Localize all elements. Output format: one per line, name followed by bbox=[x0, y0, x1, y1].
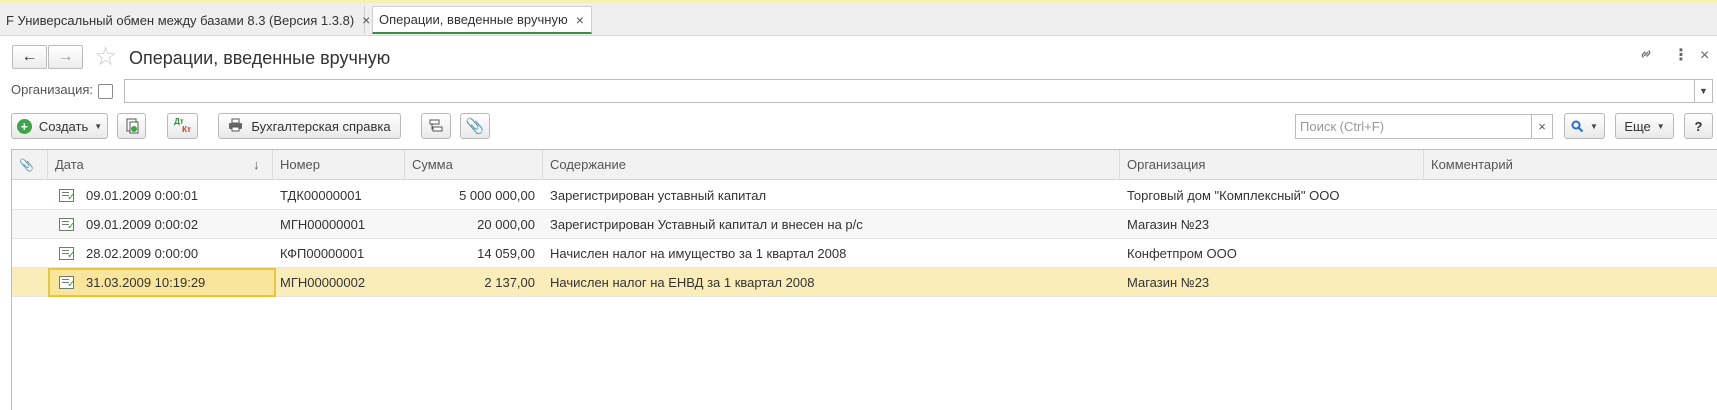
cell-comment bbox=[1424, 181, 1717, 210]
sort-desc-icon: ↓ bbox=[253, 157, 260, 172]
plus-icon: + bbox=[16, 118, 32, 134]
cell-date: 28.02.2009 0:00:00 bbox=[86, 246, 199, 261]
cell-organization: Магазин №23 bbox=[1127, 275, 1210, 290]
cell-sum: 5 000 000,00 bbox=[459, 188, 535, 203]
close-icon[interactable]: × bbox=[576, 12, 584, 28]
cell-number: КФП00000001 bbox=[280, 246, 365, 261]
chevron-down-icon: ▼ bbox=[1590, 121, 1598, 131]
chevron-down-icon: ▼ bbox=[94, 121, 103, 131]
cell-comment bbox=[1424, 210, 1717, 239]
operations-table: 📎 Дата ↓ Номер Сумма Содержание Организа… bbox=[11, 149, 1717, 410]
copy-button[interactable] bbox=[117, 113, 146, 139]
posted-document-icon bbox=[59, 218, 75, 232]
cell-content: Зарегистрирован Уставный капитал и внесе… bbox=[550, 217, 863, 232]
dt-kt-icon: Дт Кт bbox=[174, 118, 191, 134]
cell-organization: Конфетпром ООО bbox=[1127, 246, 1237, 261]
table-row[interactable]: 09.01.2009 0:00:01 ТДК00000001 5 000 000… bbox=[12, 181, 1717, 210]
paperclip-icon: 📎 bbox=[19, 158, 34, 172]
cell-content: Начислен налог на ЕНВД за 1 квартал 2008 bbox=[550, 275, 815, 290]
org-filter-dropdown[interactable]: ▼ bbox=[1694, 79, 1713, 103]
column-header-label: Дата bbox=[55, 157, 84, 172]
top-strip bbox=[0, 0, 1717, 3]
chevron-down-icon: ▼ bbox=[1656, 121, 1665, 131]
close-icon[interactable]: × bbox=[362, 12, 370, 28]
attachment-column-header[interactable]: 📎 bbox=[12, 150, 48, 180]
accounting-report-button[interactable]: Бухгалтерская справка bbox=[218, 113, 401, 139]
tab-label: F Универсальный обмен между базами 8.3 (… bbox=[6, 12, 355, 28]
link-icon[interactable] bbox=[1638, 46, 1654, 68]
create-label: Создать bbox=[38, 118, 89, 134]
search-button[interactable]: ▼ bbox=[1564, 113, 1605, 139]
column-header-content[interactable]: Содержание bbox=[543, 150, 1120, 180]
cell-organization: Магазин №23 bbox=[1127, 217, 1210, 232]
cell-comment bbox=[1424, 268, 1717, 297]
more-label: Еще bbox=[1624, 118, 1651, 134]
search-input[interactable]: Поиск (Ctrl+F) bbox=[1295, 114, 1532, 139]
posted-document-icon bbox=[59, 276, 75, 290]
posted-document-icon bbox=[59, 247, 75, 261]
copy-document-icon bbox=[126, 118, 138, 134]
arrow-right-icon: → bbox=[57, 48, 74, 65]
favorite-star-icon[interactable]: ☆ bbox=[94, 42, 117, 70]
magnifier-icon bbox=[1571, 120, 1584, 132]
column-header-number[interactable]: Номер bbox=[273, 150, 405, 180]
arrow-left-icon: ← bbox=[21, 48, 38, 65]
column-header-comment[interactable]: Комментарий bbox=[1424, 150, 1717, 180]
help-label: ? bbox=[1694, 118, 1703, 134]
hierarchy-icon bbox=[429, 119, 443, 132]
chevron-down-icon: ▼ bbox=[1699, 86, 1708, 96]
cell-date: 09.01.2009 0:00:02 bbox=[86, 217, 199, 232]
cell-number: МГН00000002 bbox=[280, 275, 366, 290]
column-header-date[interactable]: Дата ↓ bbox=[48, 150, 273, 180]
table-row[interactable]: 09.01.2009 0:00:02 МГН00000001 20 000,00… bbox=[12, 210, 1717, 239]
posted-document-icon bbox=[59, 189, 75, 203]
cell-date: 09.01.2009 0:00:01 bbox=[86, 188, 199, 203]
dt-kt-button[interactable]: Дт Кт bbox=[167, 113, 198, 139]
clear-search-icon[interactable]: × bbox=[1532, 114, 1553, 139]
help-button[interactable]: ? bbox=[1684, 113, 1713, 139]
structure-button[interactable] bbox=[421, 113, 451, 139]
table-row[interactable]: 28.02.2009 0:00:00 КФП00000001 14 059,00… bbox=[12, 239, 1717, 268]
create-button[interactable]: + Создать ▼ bbox=[11, 113, 108, 139]
column-header-sum[interactable]: Сумма bbox=[405, 150, 543, 180]
org-filter-input[interactable] bbox=[124, 79, 1698, 103]
cell-sum: 20 000,00 bbox=[477, 217, 535, 232]
cell-date: 31.03.2009 10:19:29 bbox=[86, 275, 206, 290]
cell-comment bbox=[1424, 239, 1717, 268]
tab-label: Операции, введенные вручную bbox=[379, 12, 568, 27]
cell-organization: Торговый дом "Комплексный" ООО bbox=[1127, 188, 1340, 203]
paperclip-icon: 📎 bbox=[465, 118, 485, 135]
cell-number: МГН00000001 bbox=[280, 217, 366, 232]
cell-content: Начислен налог на имущество за 1 квартал… bbox=[550, 246, 847, 261]
org-filter-checkbox[interactable] bbox=[98, 84, 113, 99]
tab-universal-exchange[interactable]: F Универсальный обмен между базами 8.3 (… bbox=[0, 6, 370, 34]
column-header-organization[interactable]: Организация bbox=[1120, 150, 1424, 180]
org-filter-label: Организация: bbox=[11, 82, 94, 97]
back-button[interactable]: ← bbox=[12, 45, 47, 69]
more-vertical-icon[interactable]: ⋮ bbox=[1673, 46, 1689, 66]
tab-manual-operations[interactable]: Операции, введенные вручную × bbox=[372, 6, 592, 34]
cell-sum: 14 059,00 bbox=[477, 246, 535, 261]
printer-icon bbox=[228, 118, 243, 135]
more-button[interactable]: Еще ▼ bbox=[1615, 113, 1674, 139]
cell-number: ТДК00000001 bbox=[280, 188, 362, 203]
cell-sum: 2 137,00 bbox=[484, 275, 535, 290]
forward-button[interactable]: → bbox=[48, 45, 83, 69]
close-icon[interactable]: × bbox=[1700, 46, 1709, 66]
kt-label: Кт bbox=[182, 125, 191, 134]
report-label: Бухгалтерская справка bbox=[251, 118, 391, 134]
table-header: 📎 Дата ↓ Номер Сумма Содержание Организа… bbox=[12, 150, 1717, 180]
table-row-selected[interactable]: 31.03.2009 10:19:29 МГН00000002 2 137,00… bbox=[12, 268, 1717, 297]
attach-button[interactable]: 📎 bbox=[460, 113, 490, 139]
page-title: Операции, введенные вручную bbox=[129, 48, 391, 68]
cell-content: Зарегистрирован уставный капитал bbox=[550, 188, 767, 203]
